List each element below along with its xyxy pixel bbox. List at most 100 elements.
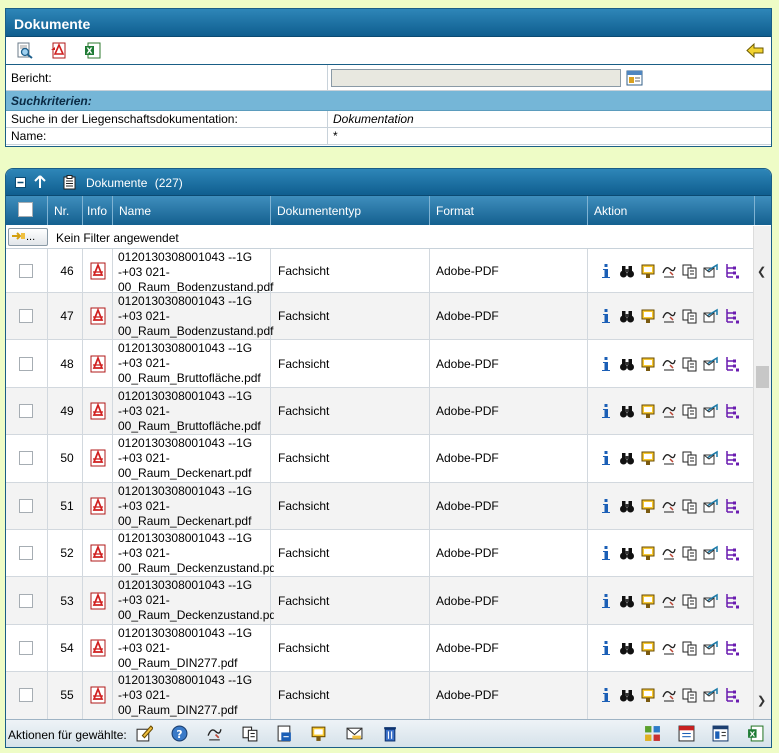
copy-icon[interactable] bbox=[682, 640, 698, 656]
assign-icon[interactable] bbox=[276, 725, 293, 742]
pdf-file-icon[interactable] bbox=[89, 402, 107, 420]
copy-icon[interactable] bbox=[682, 498, 698, 514]
info-icon[interactable] bbox=[598, 308, 614, 324]
row-checkbox[interactable] bbox=[19, 498, 33, 513]
pdf-file-icon[interactable] bbox=[89, 449, 107, 467]
row-checkbox[interactable] bbox=[19, 546, 33, 561]
sign-icon[interactable] bbox=[661, 450, 677, 466]
row-checkbox[interactable] bbox=[19, 451, 33, 466]
send-icon[interactable] bbox=[703, 356, 719, 372]
col-info[interactable]: Info bbox=[83, 196, 113, 225]
bericht-field[interactable] bbox=[331, 68, 621, 87]
row-checkbox[interactable] bbox=[19, 403, 33, 418]
col-format[interactable]: Format bbox=[430, 196, 588, 225]
pdf-file-icon[interactable] bbox=[89, 544, 107, 562]
binoculars-icon[interactable] bbox=[619, 687, 635, 703]
copy-icon[interactable] bbox=[682, 545, 698, 561]
table-row[interactable]: 54 0120130308001043 --1G -+03 021- 00_Ra… bbox=[6, 624, 754, 673]
copy-icon[interactable] bbox=[682, 308, 698, 324]
info-icon[interactable] bbox=[598, 687, 614, 703]
send-icon[interactable] bbox=[703, 687, 719, 703]
sign-icon[interactable] bbox=[661, 640, 677, 656]
tree-structure-icon[interactable] bbox=[724, 498, 740, 514]
info-icon[interactable] bbox=[598, 498, 614, 514]
open-document-icon[interactable] bbox=[640, 498, 656, 514]
sign-icon[interactable] bbox=[661, 356, 677, 372]
filter-button[interactable]: ... bbox=[8, 228, 48, 246]
table-row[interactable]: 49 0120130308001043 --1G -+03 021- 00_Ra… bbox=[6, 387, 754, 436]
document-name[interactable]: 0120130308001043 --1G -+03 021- 00_Raum_… bbox=[118, 484, 274, 529]
open-document-icon[interactable] bbox=[640, 593, 656, 609]
open-document-icon[interactable] bbox=[640, 687, 656, 703]
document-name[interactable]: 0120130308001043 --1G -+03 021- 00_Raum_… bbox=[118, 626, 274, 671]
copy-icon[interactable] bbox=[682, 593, 698, 609]
document-name[interactable]: 0120130308001043 --1G -+03 021- 00_Raum_… bbox=[118, 294, 274, 339]
tree-structure-icon[interactable] bbox=[724, 450, 740, 466]
tree-structure-icon[interactable] bbox=[724, 640, 740, 656]
sign-icon[interactable] bbox=[661, 593, 677, 609]
copy-icon[interactable] bbox=[682, 403, 698, 419]
binoculars-icon[interactable] bbox=[619, 498, 635, 514]
calendar-view-icon[interactable] bbox=[678, 725, 695, 742]
binoculars-icon[interactable] bbox=[619, 263, 635, 279]
report-select-icon[interactable] bbox=[626, 70, 643, 86]
excel-export-icon[interactable]: X bbox=[747, 725, 764, 742]
copy-icon[interactable] bbox=[682, 687, 698, 703]
row-checkbox[interactable] bbox=[19, 309, 33, 324]
vertical-scrollbar[interactable]: ❮ ❯ bbox=[753, 226, 771, 721]
send-icon[interactable] bbox=[703, 498, 719, 514]
open-document-icon[interactable] bbox=[640, 356, 656, 372]
info-icon[interactable] bbox=[598, 640, 614, 656]
document-name[interactable]: 0120130308001043 --1G -+03 021- 00_Raum_… bbox=[118, 341, 274, 386]
col-type[interactable]: Dokumententyp bbox=[271, 196, 430, 225]
row-checkbox[interactable] bbox=[19, 356, 33, 371]
copy-icon[interactable] bbox=[242, 725, 259, 742]
pdf-file-icon[interactable] bbox=[89, 639, 107, 657]
scroll-down-icon[interactable]: ❯ bbox=[757, 694, 766, 707]
document-name[interactable]: 0120130308001043 --1G -+03 021- 00_Raum_… bbox=[118, 673, 274, 718]
binoculars-icon[interactable] bbox=[619, 450, 635, 466]
sign-icon[interactable] bbox=[206, 725, 223, 742]
sign-icon[interactable] bbox=[661, 545, 677, 561]
open-document-icon[interactable] bbox=[640, 403, 656, 419]
binoculars-icon[interactable] bbox=[619, 593, 635, 609]
row-checkbox[interactable] bbox=[19, 640, 33, 655]
sign-icon[interactable] bbox=[661, 498, 677, 514]
help-icon[interactable]: ? bbox=[171, 725, 188, 742]
sign-icon[interactable] bbox=[661, 403, 677, 419]
send-icon[interactable] bbox=[703, 403, 719, 419]
scrollbar-thumb[interactable] bbox=[756, 366, 769, 388]
open-document-icon[interactable] bbox=[640, 308, 656, 324]
table-row[interactable]: 55 0120130308001043 --1G -+03 021- 00_Ra… bbox=[6, 672, 754, 720]
bulk-edit-icon[interactable] bbox=[136, 725, 153, 742]
search-report-icon[interactable] bbox=[16, 42, 34, 59]
binoculars-icon[interactable] bbox=[619, 403, 635, 419]
table-row[interactable]: 46 0120130308001043 --1G -+03 021- 00_Ra… bbox=[6, 249, 754, 295]
send-icon[interactable] bbox=[703, 263, 719, 279]
send-icon[interactable] bbox=[703, 593, 719, 609]
tree-structure-icon[interactable] bbox=[724, 356, 740, 372]
document-name[interactable]: 0120130308001043 --1G -+03 021- 00_Raum_… bbox=[118, 436, 274, 481]
open-document-icon[interactable] bbox=[310, 725, 327, 742]
select-all-checkbox[interactable] bbox=[18, 202, 33, 217]
row-checkbox[interactable] bbox=[19, 593, 33, 608]
table-row[interactable]: 53 0120130308001043 --1G -+03 021- 00_Ra… bbox=[6, 577, 754, 625]
send-icon[interactable] bbox=[703, 450, 719, 466]
document-name[interactable]: 0120130308001043 --1G -+03 021- 00_Raum_… bbox=[118, 531, 274, 576]
tree-structure-icon[interactable] bbox=[724, 687, 740, 703]
document-name[interactable]: 0120130308001043 --1G -+03 021- 00_Raum_… bbox=[118, 578, 274, 623]
grid-view-icon[interactable] bbox=[644, 725, 661, 742]
sign-icon[interactable] bbox=[661, 263, 677, 279]
copy-icon[interactable] bbox=[682, 356, 698, 372]
document-name[interactable]: 0120130308001043 --1G -+03 021- 00_Raum_… bbox=[118, 250, 274, 295]
info-icon[interactable] bbox=[598, 593, 614, 609]
list-view-icon[interactable] bbox=[712, 725, 729, 742]
document-name[interactable]: 0120130308001043 --1G -+03 021- 00_Raum_… bbox=[118, 389, 274, 434]
delete-icon[interactable] bbox=[381, 725, 398, 742]
copy-icon[interactable] bbox=[682, 263, 698, 279]
binoculars-icon[interactable] bbox=[619, 545, 635, 561]
pdf-file-icon[interactable] bbox=[89, 592, 107, 610]
col-name[interactable]: Name bbox=[113, 196, 271, 225]
copy-icon[interactable] bbox=[682, 450, 698, 466]
info-icon[interactable] bbox=[598, 450, 614, 466]
